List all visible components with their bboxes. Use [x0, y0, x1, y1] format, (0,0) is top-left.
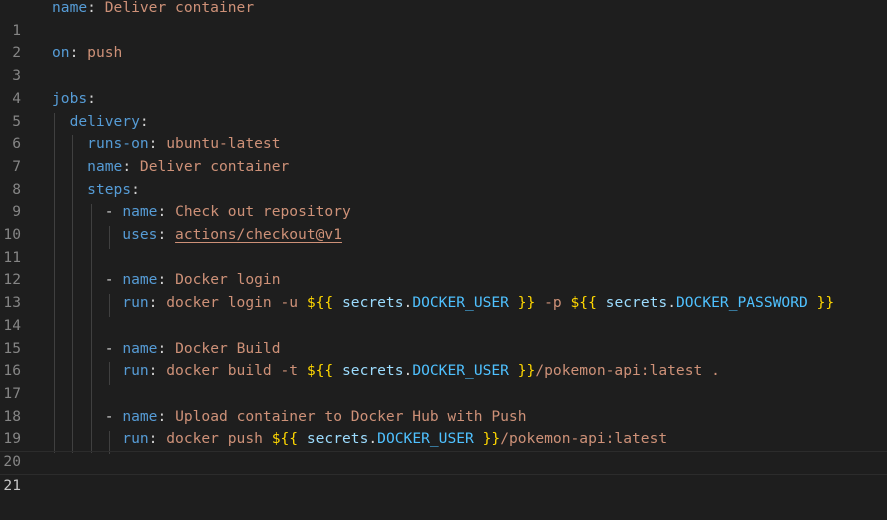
run-command: docker push: [166, 430, 263, 448]
code-line[interactable]: 20 run: docker push ${{ secrets.DOCKER_U…: [0, 428, 887, 470]
code-line[interactable]: 7 runs-on: ubuntu-latest: [0, 133, 887, 175]
yaml-key: delivery: [69, 112, 140, 130]
code-line[interactable]: 1 name: Deliver container: [0, 0, 887, 39]
yaml-key: name: [122, 203, 158, 221]
code-line[interactable]: 14 run: docker login -u ${{ secrets.DOCK…: [0, 292, 887, 334]
code-line[interactable]: 12: [0, 247, 887, 288]
yaml-key: name: [87, 157, 123, 175]
step-name: Docker Build: [175, 339, 281, 357]
yaml-key: run: [122, 430, 149, 448]
yaml-key: uses: [122, 226, 158, 243]
step-name: Upload container to Docker Hub with Push: [175, 407, 527, 425]
workflow-name: Deliver container: [104, 0, 255, 16]
code-line[interactable]: 13 - name: Docker login: [0, 269, 887, 311]
run-command: docker login -u: [166, 294, 299, 312]
code-line[interactable]: 10 - name: Check out repository: [0, 201, 887, 243]
code-line[interactable]: 8 name: Deliver container: [0, 156, 887, 198]
yaml-key: name: [122, 407, 158, 425]
yaml-key: runs-on: [87, 135, 149, 153]
secret-name: DOCKER_USER: [412, 362, 509, 380]
yaml-key: run: [122, 362, 149, 380]
yaml-key: name: [122, 339, 158, 357]
run-command: docker build -t: [166, 362, 299, 380]
yaml-key: run: [122, 294, 149, 312]
code-line[interactable]: 6 delivery:: [0, 111, 887, 153]
secret-name: DOCKER_USER: [377, 430, 474, 448]
secret-name: DOCKER_PASSWORD: [675, 294, 808, 312]
runs-on-value: ubuntu-latest: [166, 135, 281, 153]
code-line[interactable]: 5 jobs:: [0, 88, 887, 130]
code-line[interactable]: 2: [0, 20, 887, 61]
yaml-key: name: [52, 0, 88, 16]
code-line[interactable]: 3 on: push: [0, 42, 887, 84]
yaml-key: jobs: [52, 89, 88, 107]
step-name: Check out repository: [175, 203, 351, 221]
code-line[interactable]: 15: [0, 315, 887, 357]
code-line[interactable]: 9 steps:: [0, 179, 887, 221]
yaml-key: steps: [87, 180, 132, 198]
code-line[interactable]: 19 - name: Upload container to Docker Hu…: [0, 406, 887, 448]
code-line[interactable]: 17 run: docker build -t ${{ secrets.DOCK…: [0, 360, 887, 402]
yaml-key: name: [122, 271, 158, 289]
secret-name: DOCKER_USER: [412, 294, 509, 312]
job-name-value: Deliver container: [139, 157, 290, 175]
step-name: Docker login: [175, 271, 281, 289]
code-line[interactable]: 4: [0, 65, 887, 107]
trigger-value: push: [87, 44, 123, 62]
yaml-key: on: [52, 44, 70, 62]
code-editor[interactable]: 1 name: Deliver container 2 3 on: push 4…: [0, 0, 887, 494]
current-line[interactable]: 21: [0, 451, 887, 494]
line-number: 21: [3, 476, 21, 494]
code-line[interactable]: 18: [0, 383, 887, 425]
uses-action-link[interactable]: actions/checkout@v1: [175, 226, 342, 243]
code-line[interactable]: 16 - name: Docker Build: [0, 338, 887, 380]
code-line[interactable]: 11 uses: actions/checkout@v1: [0, 224, 887, 266]
